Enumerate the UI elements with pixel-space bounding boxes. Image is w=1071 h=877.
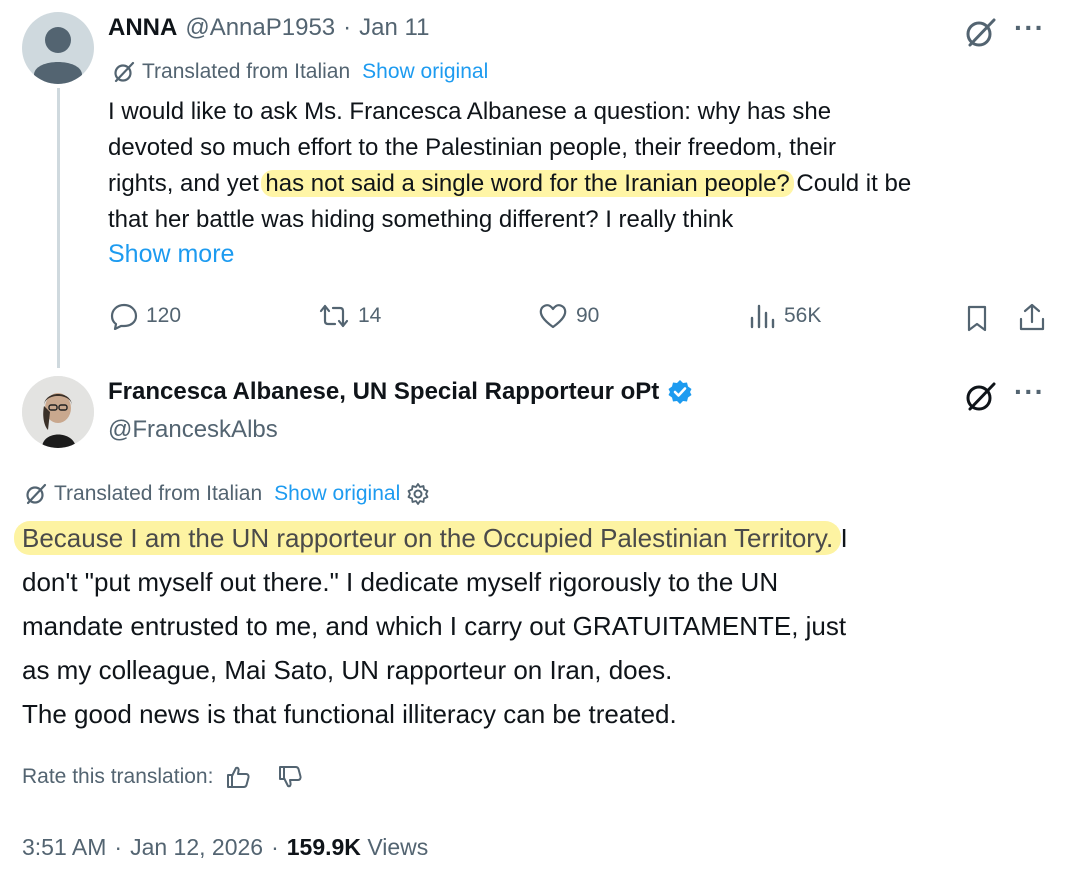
tweet-time[interactable]: 3:51 AM xyxy=(22,834,106,861)
reply-header: ANNA @AnnaP1953 · Jan 11 xyxy=(108,14,429,42)
reply-icon xyxy=(110,303,138,330)
default-avatar-icon xyxy=(34,27,82,84)
main-text-line: The good news is that functional illiter… xyxy=(22,699,677,729)
reply-text-line: rights, and yet has not said a single wo… xyxy=(108,166,1058,202)
views-button[interactable]: 56K xyxy=(748,302,821,330)
share-icon[interactable] xyxy=(1018,302,1046,332)
repost-button[interactable]: 14 xyxy=(318,302,381,330)
like-icon xyxy=(539,304,567,329)
meta-separator: · xyxy=(271,834,279,860)
highlighted-text: has not said a single word for the Irani… xyxy=(261,170,794,197)
like-button[interactable]: 90 xyxy=(538,302,599,330)
rate-translation: Rate this translation: xyxy=(22,764,303,790)
main-text-line: mandate entrusted to me, and which I car… xyxy=(22,611,847,641)
rate-translation-label: Rate this translation: xyxy=(22,765,214,788)
reply-text-line: devoted so much effort to the Palestinia… xyxy=(108,134,836,161)
profile-photo xyxy=(22,376,94,448)
reply-text: I would like to ask Ms. Francesca Albane… xyxy=(108,94,1058,238)
thumbs-up-icon[interactable] xyxy=(225,764,251,790)
main-text: Because I am the UN rapporteur on the Oc… xyxy=(14,516,1062,736)
reply-text-segment: rights, and yet xyxy=(108,170,266,197)
views-icon xyxy=(750,304,775,329)
grok-icon xyxy=(114,61,135,83)
views-stat[interactable]: 159.9K Views xyxy=(287,834,429,861)
main-author-handle[interactable]: @FranceskAlbs xyxy=(108,416,278,444)
views-label: Views xyxy=(367,834,429,860)
repost-count: 14 xyxy=(358,304,382,327)
more-icon[interactable]: ··· xyxy=(1014,376,1045,408)
main-text-line: don't "put myself out there." I dedicate… xyxy=(22,567,779,597)
thumbs-down-icon[interactable] xyxy=(277,764,303,790)
verified-icon xyxy=(668,380,692,404)
main-author-name[interactable]: Francesca Albanese, UN Special Rapporteu… xyxy=(108,378,659,406)
reply-text-line: I would like to ask Ms. Francesca Albane… xyxy=(108,98,832,125)
grok-icon xyxy=(26,483,47,505)
date-separator: · xyxy=(343,14,352,41)
view-count: 56K xyxy=(784,304,822,327)
thread-line xyxy=(57,88,60,368)
reply-text-segment: Could it be xyxy=(789,170,912,197)
reply-author-name[interactable]: ANNA xyxy=(108,14,177,42)
repost-icon xyxy=(319,304,349,328)
reply-date[interactable]: Jan 11 xyxy=(359,14,429,42)
reply-button[interactable]: 120 xyxy=(110,302,181,330)
main-header: Francesca Albanese, UN Special Rapporteu… xyxy=(108,378,693,406)
show-original-link[interactable]: Show original xyxy=(274,482,400,506)
show-more-link[interactable]: Show more xyxy=(108,240,234,269)
gear-icon[interactable] xyxy=(406,482,430,506)
main-text-line: Because I am the UN rapporteur on the Oc… xyxy=(14,516,1062,560)
reply-author-handle[interactable]: @AnnaP1953 xyxy=(185,14,335,42)
main-text-line: as my colleague, Mai Sato, UN rapporteur… xyxy=(22,655,673,685)
grok-icon[interactable] xyxy=(964,16,998,50)
main-text-segment: I xyxy=(833,523,848,553)
translated-label: Translated from Italian xyxy=(54,482,263,505)
more-icon[interactable]: ··· xyxy=(1014,12,1045,44)
highlighted-text: Because I am the UN rapporteur on the Oc… xyxy=(14,521,842,555)
tweet-date[interactable]: Jan 12, 2026 xyxy=(130,834,263,861)
translation-notice: Translated from Italian Show original xyxy=(24,482,430,506)
translated-label: Translated from Italian xyxy=(142,60,351,83)
reply-count: 120 xyxy=(146,304,182,327)
like-count: 90 xyxy=(576,304,600,327)
grok-icon[interactable] xyxy=(964,380,998,414)
avatar[interactable] xyxy=(22,12,94,84)
show-original-link[interactable]: Show original xyxy=(362,60,488,84)
avatar[interactable] xyxy=(22,376,94,448)
tweet-meta: 3:51 AM · Jan 12, 2026 · 159.9K Views xyxy=(22,834,428,861)
translation-notice: Translated from Italian Show original xyxy=(112,60,488,84)
bookmark-icon[interactable] xyxy=(964,304,990,332)
views-count: 159.9K xyxy=(286,834,361,860)
reply-text-line: that her battle was hiding something dif… xyxy=(108,206,734,233)
meta-separator: · xyxy=(114,834,123,860)
